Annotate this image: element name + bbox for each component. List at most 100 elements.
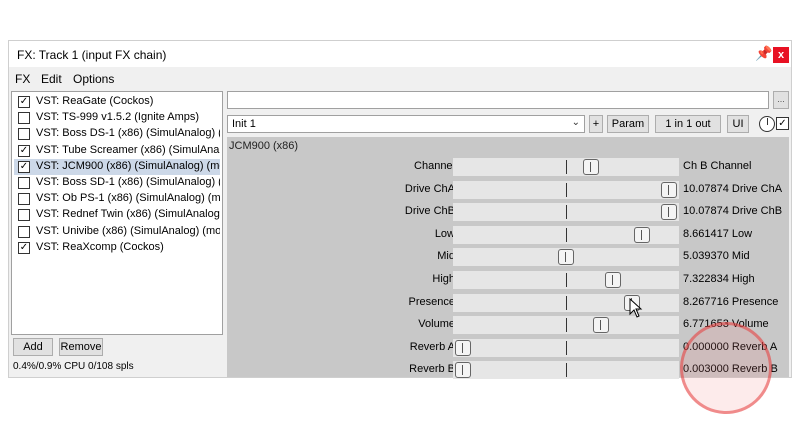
- wet-knob-icon[interactable]: [759, 116, 775, 132]
- param-row: High 7.322834 High: [227, 270, 789, 290]
- param-slider[interactable]: [453, 271, 679, 289]
- menu-options[interactable]: Options: [73, 72, 114, 86]
- slider-center-mark: [566, 182, 567, 197]
- enable-checkbox[interactable]: ✓: [18, 96, 30, 108]
- plugin-name: VST: Boss DS-1 (x86) (SimulAnalog) (...: [36, 127, 220, 140]
- menu-bar: FX Edit Options: [9, 69, 791, 87]
- window-title: FX: Track 1 (input FX chain): [17, 48, 167, 62]
- preset-value: Init 1: [232, 118, 256, 130]
- param-value: Ch B Channel: [683, 160, 752, 172]
- plugin-name: VST: Univibe (x86) (SimulAnalog) (mo...: [36, 224, 220, 237]
- param-label: Channel: [414, 160, 455, 172]
- slider-thumb[interactable]: [661, 204, 677, 221]
- remove-button[interactable]: Remove: [59, 338, 103, 356]
- bypass-checkbox[interactable]: ✓: [776, 117, 789, 130]
- slider-center-mark: [566, 363, 567, 378]
- plugin-name: VST: Rednef Twin (x86) (SimulAnalog...: [36, 208, 220, 221]
- slider-thumb[interactable]: [582, 159, 599, 175]
- menu-fx[interactable]: FX: [15, 72, 30, 86]
- param-slider[interactable]: [453, 203, 679, 222]
- param-slider[interactable]: [453, 293, 679, 312]
- param-slider[interactable]: [453, 361, 679, 380]
- plugin-item[interactable]: VST: Boss DS-1 (x86) (SimulAnalog) (...: [14, 126, 220, 142]
- param-row: Low 8.661417 Low: [227, 225, 789, 245]
- plugin-title: JCM900 (x86): [229, 140, 299, 152]
- param-value: 10.07874 Drive ChA: [683, 182, 783, 195]
- plugin-name: VST: Tube Screamer (x86) (SimulAnal...: [36, 143, 220, 156]
- slider-thumb[interactable]: [605, 272, 622, 288]
- param-label: Drive ChA: [404, 182, 455, 195]
- mouse-cursor-icon: [629, 298, 643, 318]
- title-bar: FX: Track 1 (input FX chain) 📌 x: [9, 41, 791, 67]
- slider-thumb[interactable]: [558, 249, 574, 266]
- add-button[interactable]: Add: [13, 338, 53, 356]
- param-row: Drive ChA 10.07874 Drive ChA: [227, 180, 789, 200]
- slider-center-mark: [566, 273, 567, 287]
- enable-checkbox[interactable]: [18, 112, 30, 125]
- enable-checkbox[interactable]: ✓: [18, 241, 30, 254]
- preset-select[interactable]: Init 1 ⌄: [227, 115, 585, 133]
- plugin-item[interactable]: VST: Boss SD-1 (x86) (SimulAnalog) (...: [14, 175, 220, 191]
- enable-checkbox[interactable]: [18, 177, 30, 189]
- pin-icon[interactable]: 📌: [755, 45, 772, 61]
- plugin-name: VST: ReaGate (Cockos): [36, 95, 154, 107]
- plugin-item[interactable]: VST: TS-999 v1.5.2 (Ignite Amps): [14, 110, 220, 126]
- slider-thumb[interactable]: [661, 181, 677, 198]
- enable-checkbox[interactable]: [18, 209, 30, 222]
- param-slider[interactable]: [453, 225, 679, 244]
- enable-checkbox[interactable]: [18, 128, 30, 141]
- plugin-name: VST: Boss SD-1 (x86) (SimulAnalog) (...: [36, 176, 220, 188]
- enable-checkbox[interactable]: [18, 193, 30, 206]
- slider-center-mark: [566, 227, 567, 242]
- param-slider[interactable]: [453, 248, 679, 267]
- param-label: Low: [434, 227, 455, 240]
- ui-button[interactable]: UI: [727, 115, 749, 133]
- slider-thumb[interactable]: [634, 226, 651, 243]
- fx-chain-window: FX: Track 1 (input FX chain) 📌 x FX Edit…: [8, 40, 792, 380]
- enable-checkbox[interactable]: ✓: [18, 160, 30, 173]
- preset-menu-button[interactable]: +: [589, 115, 603, 133]
- slider-center-mark: [566, 160, 567, 174]
- param-button[interactable]: Param: [607, 115, 649, 133]
- param-value: 10.07874 Drive ChB: [683, 205, 783, 218]
- plugin-item[interactable]: VST: Ob PS-1 (x86) (SimulAnalog) (m...: [14, 191, 220, 207]
- slider-center-mark: [566, 205, 567, 220]
- param-label: Presence: [408, 295, 455, 308]
- cpu-status: 0.4%/0.9% CPU 0/108 spls: [13, 361, 134, 372]
- param-label: High: [432, 273, 455, 285]
- param-value: 5.039370 Mid: [683, 250, 750, 263]
- slider-center-mark: [566, 318, 567, 333]
- slider-thumb[interactable]: [455, 362, 471, 379]
- param-row: Presence 8.267716 Presence: [227, 293, 789, 313]
- plugin-item[interactable]: ✓ VST: JCM900 (x86) (SimulAnalog) (mo...: [14, 158, 220, 175]
- param-label: Reverb B: [409, 363, 455, 376]
- param-label: Reverb A: [409, 340, 455, 353]
- slider-thumb[interactable]: [593, 317, 610, 334]
- more-button[interactable]: ...: [773, 91, 789, 109]
- menu-edit[interactable]: Edit: [41, 72, 62, 86]
- param-row: Drive ChB 10.07874 Drive ChB: [227, 202, 789, 222]
- param-label: Drive ChB: [404, 205, 455, 218]
- fx-filter-input[interactable]: [227, 91, 769, 109]
- plugin-name: VST: TS-999 v1.5.2 (Ignite Amps): [36, 111, 200, 124]
- param-value: 7.322834 High: [683, 273, 755, 285]
- close-button[interactable]: x: [773, 47, 789, 63]
- plugin-item[interactable]: VST: Rednef Twin (x86) (SimulAnalog...: [14, 207, 220, 223]
- slider-center-mark: [566, 340, 567, 355]
- io-button[interactable]: 1 in 1 out: [655, 115, 721, 133]
- param-slider[interactable]: [453, 316, 679, 335]
- param-slider[interactable]: [453, 158, 679, 176]
- plugin-item[interactable]: ✓ VST: ReaXcomp (Cockos): [14, 240, 220, 256]
- enable-checkbox[interactable]: [18, 225, 30, 238]
- plugin-item[interactable]: ✓ VST: ReaGate (Cockos): [14, 94, 220, 110]
- param-slider[interactable]: [453, 180, 679, 199]
- plugin-item[interactable]: VST: Univibe (x86) (SimulAnalog) (mo...: [14, 224, 220, 240]
- plugin-item[interactable]: ✓ VST: Tube Screamer (x86) (SimulAnal...: [14, 143, 220, 159]
- param-row: Mid 5.039370 Mid: [227, 247, 789, 267]
- enable-checkbox[interactable]: ✓: [18, 144, 30, 157]
- param-slider[interactable]: [453, 338, 679, 357]
- slider-thumb[interactable]: [455, 339, 471, 356]
- plugin-name: VST: ReaXcomp (Cockos): [36, 240, 164, 253]
- chevron-down-icon: ⌄: [571, 117, 580, 128]
- plugin-name: VST: Ob PS-1 (x86) (SimulAnalog) (m...: [36, 192, 220, 205]
